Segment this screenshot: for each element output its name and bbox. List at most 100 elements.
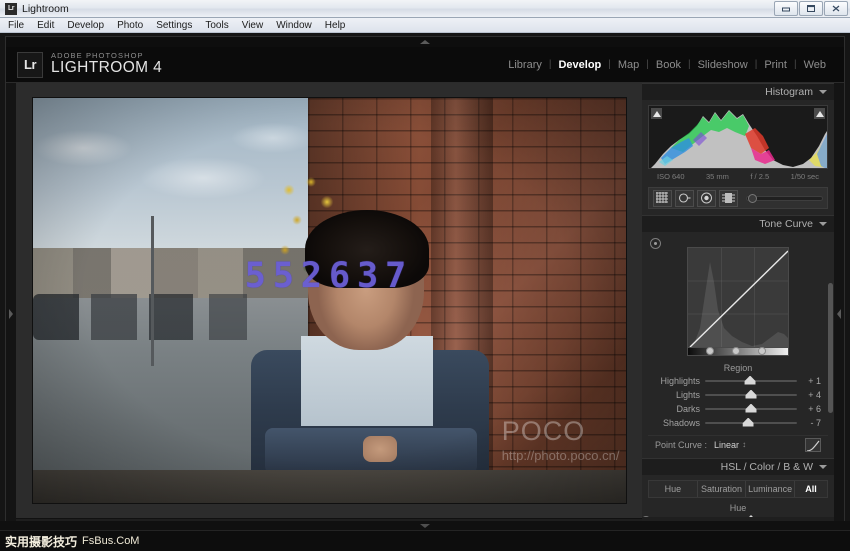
tone-curve-handle[interactable]	[706, 347, 714, 355]
module-map[interactable]: Map	[611, 59, 646, 71]
menu-develop[interactable]: Develop	[67, 20, 104, 31]
window-controls	[774, 1, 848, 16]
histogram-graph[interactable]	[648, 105, 828, 169]
menu-window[interactable]: Window	[276, 20, 312, 31]
highlight-clipping-icon[interactable]	[814, 108, 825, 119]
point-curve-value[interactable]: Linear	[714, 440, 739, 450]
slider-value: + 1	[797, 376, 821, 386]
maximize-button[interactable]	[799, 1, 823, 16]
slider-label: Shadows	[655, 418, 705, 428]
tab-saturation[interactable]: Saturation	[698, 481, 747, 497]
chevron-up-icon	[420, 40, 430, 44]
curve-edit-icon[interactable]	[805, 438, 821, 452]
tab-luminance[interactable]: Luminance	[746, 481, 795, 497]
crop-icon	[656, 192, 669, 204]
chevron-down-icon[interactable]	[819, 90, 827, 94]
hsl-tab-bar: Hue Saturation Luminance All	[648, 480, 828, 498]
chevron-right-icon	[9, 309, 13, 319]
slider-knob[interactable]	[746, 404, 757, 413]
hsl-panel-header[interactable]: HSL / Color / B & W	[642, 458, 834, 475]
tone-curve-panel-header[interactable]: Tone Curve	[642, 215, 834, 232]
minimize-button[interactable]	[774, 1, 798, 16]
left-panel-collapse-toggle[interactable]	[6, 83, 16, 545]
tone-curve-range-strip[interactable]	[687, 348, 789, 356]
status-watermark-bar: 实用摄影技巧 FsBus.CoM	[0, 530, 850, 551]
slider-value: - 7	[797, 418, 821, 428]
chevron-down-icon	[420, 524, 430, 528]
photo-preview[interactable]: 552637 POCO http://photo.poco.cn/	[33, 98, 626, 503]
image-canvas[interactable]: 552637 POCO http://photo.poco.cn/	[16, 83, 642, 518]
exif-row: ISO 640 35 mm f / 2.5 1/50 sec	[648, 169, 828, 181]
lightroom-frame: Lr ADOBE PHOTOSHOP LIGHTROOM 4 Library |…	[5, 36, 845, 546]
window-title-bar: Lr Lightroom	[0, 0, 850, 18]
red-eye-icon	[700, 192, 713, 204]
graduated-filter-tool[interactable]	[719, 190, 738, 207]
chevron-down-icon[interactable]	[819, 465, 827, 469]
close-button[interactable]	[824, 1, 848, 16]
point-curve-label: Point Curve :	[655, 440, 707, 450]
module-print[interactable]: Print	[757, 59, 794, 71]
spot-removal-tool[interactable]	[675, 190, 694, 207]
tone-curve-handle[interactable]	[758, 347, 766, 355]
slider-row-shadows[interactable]: Shadows - 7	[648, 416, 828, 429]
menu-photo[interactable]: Photo	[117, 20, 143, 31]
module-slideshow[interactable]: Slideshow	[691, 59, 755, 71]
shadow-clipping-icon[interactable]	[651, 108, 662, 119]
tab-all[interactable]: All	[795, 481, 827, 497]
identity-plate: ADOBE PHOTOSHOP LIGHTROOM 4	[51, 52, 162, 76]
hsl-title: HSL / Color / B & W	[721, 461, 813, 473]
target-adjustment-tool[interactable]	[650, 238, 661, 249]
crop-overlay-tool[interactable]	[653, 190, 672, 207]
spot-removal-icon	[678, 192, 691, 204]
photo-vignette	[33, 98, 626, 503]
region-label: Region	[648, 363, 828, 373]
slider-knob[interactable]	[746, 390, 757, 399]
slider-row-highlights[interactable]: Highlights + 1	[648, 374, 828, 387]
menu-edit[interactable]: Edit	[37, 20, 54, 31]
tab-hue[interactable]: Hue	[649, 481, 698, 497]
tone-curve-grid	[688, 248, 788, 347]
slider-value: + 4	[797, 390, 821, 400]
tone-curve-panel-body: Region Highlights + 1 Lights + 4 Darks +…	[642, 232, 834, 458]
exif-iso: ISO 640	[657, 172, 685, 181]
graduated-filter-icon	[722, 192, 735, 204]
right-panel-scrollbar[interactable]	[828, 283, 833, 413]
menu-view[interactable]: View	[242, 20, 264, 31]
tone-curve-handle[interactable]	[732, 347, 740, 355]
module-web[interactable]: Web	[797, 59, 833, 71]
tone-curve-graph[interactable]	[687, 247, 789, 348]
slider-knob[interactable]	[748, 194, 757, 203]
slider-knob[interactable]	[743, 418, 754, 427]
slider-label: Lights	[655, 390, 705, 400]
filmstrip-collapse-toggle[interactable]	[0, 521, 850, 530]
module-library[interactable]: Library	[501, 59, 549, 71]
menu-help[interactable]: Help	[325, 20, 346, 31]
exif-aperture: f / 2.5	[750, 172, 769, 181]
module-develop[interactable]: Develop	[551, 59, 608, 71]
menu-file[interactable]: File	[8, 20, 24, 31]
slider-track[interactable]	[705, 422, 797, 424]
point-curve-row: Point Curve : Linear ↕	[648, 435, 828, 453]
tool-size-slider[interactable]	[746, 196, 823, 201]
slider-row-darks[interactable]: Darks + 6	[648, 402, 828, 415]
slider-track[interactable]	[705, 394, 797, 396]
module-book[interactable]: Book	[649, 59, 688, 71]
histogram-panel-body: ISO 640 35 mm f / 2.5 1/50 sec	[642, 100, 834, 181]
stepper-icon[interactable]: ↕	[742, 440, 746, 449]
slider-track[interactable]	[705, 380, 797, 382]
menu-tools[interactable]: Tools	[205, 20, 228, 31]
slider-label: Darks	[655, 404, 705, 414]
right-panel-collapse-toggle[interactable]	[834, 83, 844, 545]
watermark-en-text: FsBus.CoM	[82, 535, 139, 547]
chevron-left-icon	[837, 309, 841, 319]
chevron-down-icon[interactable]	[819, 222, 827, 226]
red-eye-tool[interactable]	[697, 190, 716, 207]
slider-track[interactable]	[705, 408, 797, 410]
top-panel-collapse-toggle[interactable]	[6, 37, 844, 47]
histogram-panel-header[interactable]: Histogram	[642, 83, 834, 100]
slider-knob[interactable]	[745, 376, 756, 385]
exif-focal: 35 mm	[706, 172, 729, 181]
slider-row-lights[interactable]: Lights + 4	[648, 388, 828, 401]
lightroom-app: Lr ADOBE PHOTOSHOP LIGHTROOM 4 Library |…	[0, 33, 850, 551]
menu-settings[interactable]: Settings	[156, 20, 192, 31]
